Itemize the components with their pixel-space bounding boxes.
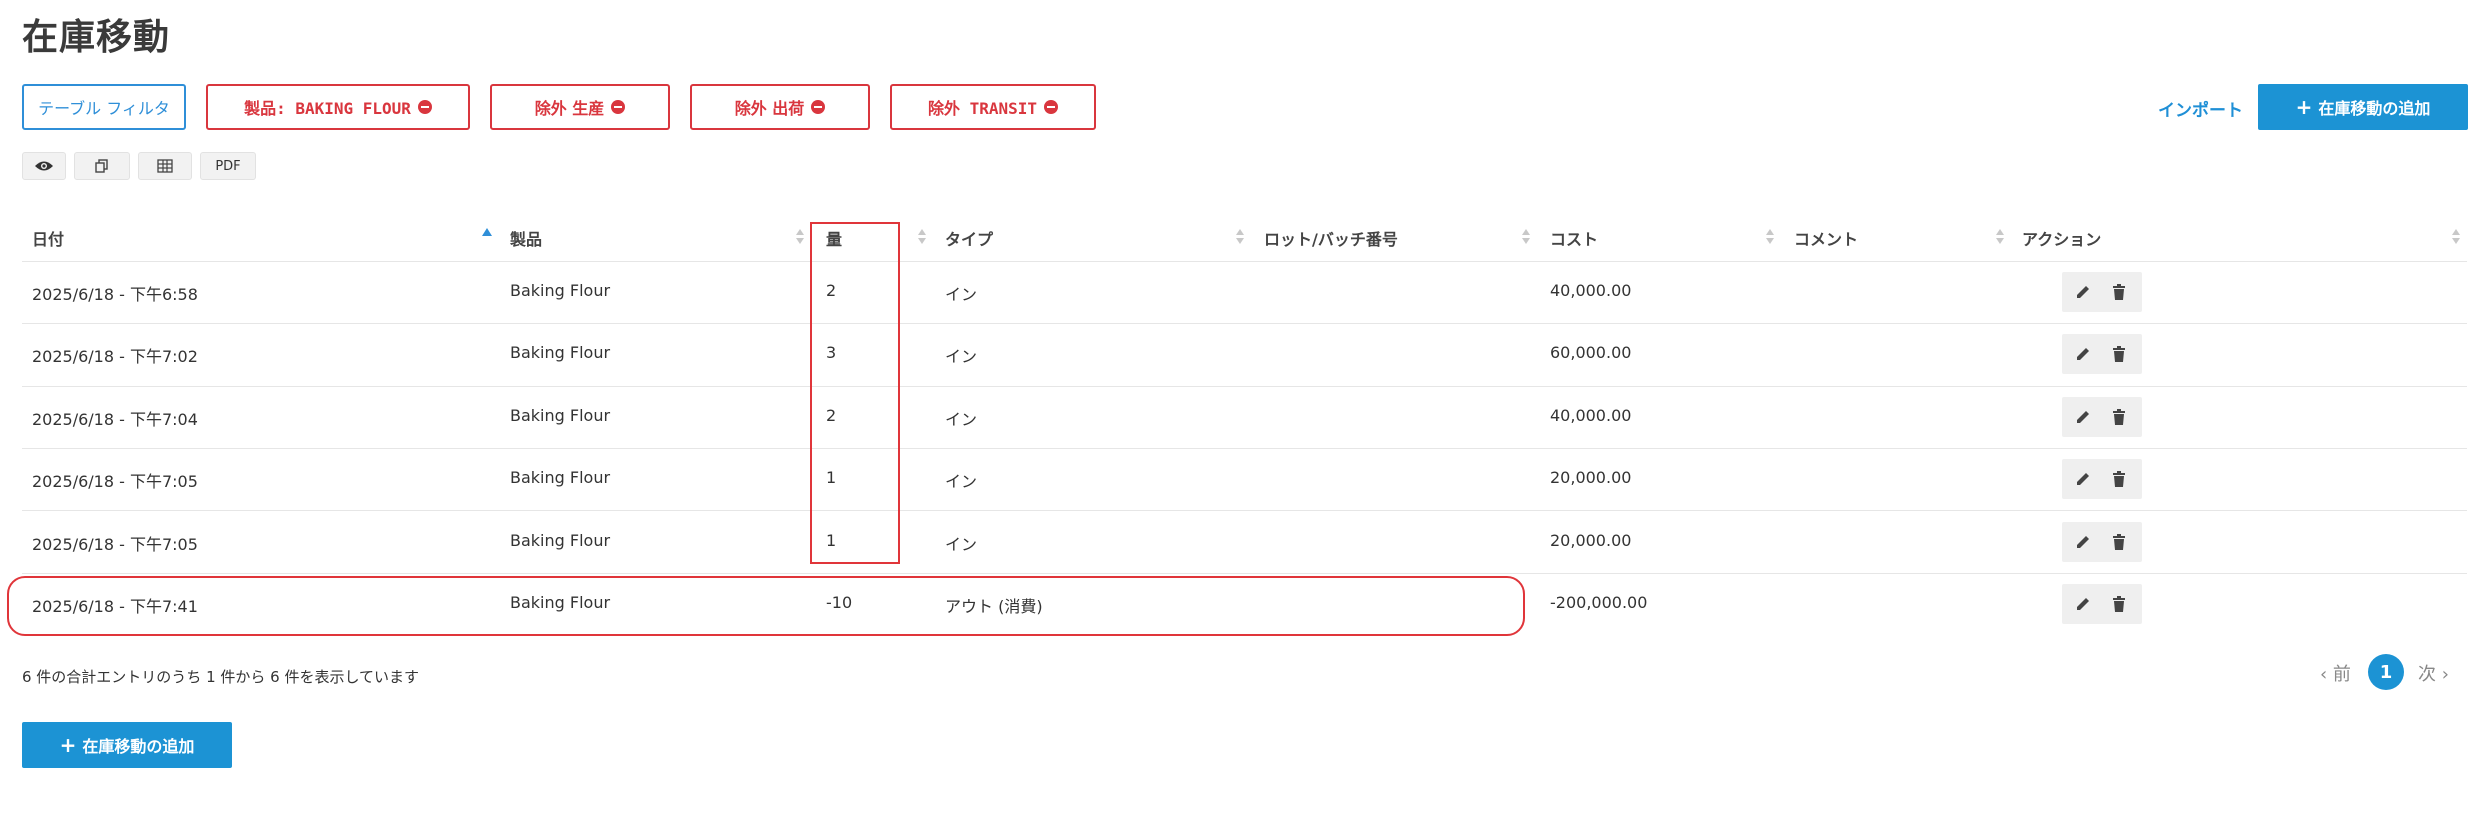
cell-type: イン [945, 285, 978, 304]
row-actions [2062, 584, 2142, 624]
pagination-page[interactable]: 1 [2368, 654, 2404, 690]
column-header-date[interactable]: 日付 [32, 226, 64, 250]
row-actions [2062, 396, 2142, 437]
minus-circle-icon[interactable] [417, 100, 432, 114]
sort-icon[interactable] [918, 228, 926, 246]
column-header-action: アクション [2022, 230, 2102, 249]
column-header-type[interactable]: タイプ [945, 226, 993, 250]
sort-icon[interactable] [1996, 228, 2004, 246]
pencil-icon[interactable] [2074, 283, 2092, 301]
column-header-comment[interactable]: コメント [1794, 226, 1858, 250]
cell-cost: -200,000.00 [1550, 593, 1648, 612]
entries-summary: 6 件の合計エントリのうち 1 件から 6 件を表示しています [22, 668, 420, 686]
trash-icon[interactable] [2110, 595, 2128, 613]
cell-product: Baking Flour [510, 281, 611, 300]
column-header-lot[interactable]: ロット/バッチ番号 [1264, 226, 1398, 250]
filter-chip-label: 除外 TRANSIT [927, 99, 1038, 118]
cell-date: 2025/6/18 - 下午7:02 [32, 347, 198, 367]
pagination-next[interactable]: 次 › [2418, 660, 2449, 686]
cell-type: イン [945, 472, 978, 492]
filter-chip-exclude-transit[interactable]: 除外 TRANSIT [890, 84, 1096, 130]
table-icon [157, 159, 173, 173]
row-divider [22, 573, 2467, 574]
minus-circle-icon[interactable] [611, 100, 626, 114]
cell-cost: 40,000.00 [1550, 281, 1632, 300]
trash-icon[interactable] [2110, 345, 2128, 363]
trash-icon[interactable] [2110, 283, 2128, 301]
cell-product: Baking Flour [510, 405, 611, 425]
copy-button[interactable] [74, 152, 130, 180]
row-divider [22, 386, 2467, 387]
trash-icon[interactable] [2110, 470, 2128, 488]
row-divider [22, 510, 2467, 511]
minus-circle-icon[interactable] [811, 100, 826, 114]
filter-chip-exclude-production[interactable]: 除外 生産 [490, 84, 670, 130]
page-title: 在庫移動 [22, 17, 171, 58]
sort-icon[interactable] [1522, 228, 1530, 246]
cell-product: Baking Flour [510, 343, 611, 363]
row-divider [22, 448, 2467, 449]
row-actions [2062, 521, 2142, 562]
row-actions [2062, 272, 2142, 312]
quantity-highlight [810, 222, 900, 564]
filter-chip-label: 製品: BAKING FLOUR [244, 99, 411, 118]
row-divider [22, 323, 2467, 324]
cell-type: イン [945, 347, 978, 367]
pencil-icon[interactable] [2074, 408, 2092, 426]
eye-icon [35, 161, 53, 171]
column-visibility-button[interactable] [22, 152, 66, 180]
filter-chip-exclude-shipping[interactable]: 除外 出荷 [690, 84, 870, 130]
row-actions [2062, 334, 2142, 375]
filter-chip-label: 除外 出荷 [734, 99, 805, 118]
pencil-icon[interactable] [2074, 470, 2092, 488]
row-actions [2062, 459, 2142, 500]
sort-icon[interactable] [2452, 228, 2460, 246]
filter-chip-label: 除外 生産 [534, 99, 605, 118]
pencil-icon[interactable] [2074, 345, 2092, 363]
table-filter-label: テーブル フィルタ [38, 99, 170, 118]
cell-date: 2025/6/18 - 下午7:04 [32, 409, 198, 429]
sort-icon[interactable] [1236, 228, 1244, 246]
add-button-label: 在庫移動の追加 [2318, 99, 2431, 118]
header-divider [22, 261, 2467, 262]
cell-product: Baking Flour [510, 468, 611, 488]
filter-chip-product[interactable]: 製品: BAKING FLOUR [206, 84, 470, 130]
cell-date: 2025/6/18 - 下午7:05 [32, 472, 198, 492]
sort-asc-icon[interactable] [482, 228, 492, 236]
trash-icon[interactable] [2110, 408, 2128, 426]
cell-date: 2025/6/18 - 下午7:05 [32, 534, 198, 554]
add-stock-movement-bottom-button[interactable]: + 在庫移動の追加 [22, 722, 232, 768]
cell-cost: 20,000.00 [1550, 468, 1632, 488]
pagination-prev[interactable]: ‹ 前 [2320, 660, 2351, 686]
plus-icon: + [2295, 95, 2313, 119]
pencil-icon[interactable] [2074, 533, 2092, 551]
copy-icon [95, 159, 108, 173]
cell-date: 2025/6/18 - 下午6:58 [32, 285, 198, 304]
trash-icon[interactable] [2110, 533, 2128, 551]
row-highlight [7, 576, 1525, 636]
add-stock-movement-button[interactable]: + 在庫移動の追加 [2258, 84, 2468, 130]
pdf-label: PDF [215, 158, 241, 174]
pdf-export-button[interactable]: PDF [200, 152, 256, 180]
cell-cost: 60,000.00 [1550, 343, 1632, 363]
cell-type: イン [945, 534, 978, 554]
column-header-cost[interactable]: コスト [1550, 226, 1598, 250]
excel-export-button[interactable] [138, 152, 192, 180]
add-button-label: 在庫移動の追加 [82, 737, 195, 756]
sort-icon[interactable] [796, 228, 804, 246]
column-header-product[interactable]: 製品 [510, 226, 542, 250]
minus-circle-icon[interactable] [1044, 100, 1059, 114]
table-filter-button[interactable]: テーブル フィルタ [22, 84, 186, 130]
import-link[interactable]: インポート [2158, 96, 2243, 121]
plus-icon: + [59, 733, 77, 757]
cell-cost: 20,000.00 [1550, 530, 1632, 550]
cell-type: イン [945, 409, 978, 429]
cell-product: Baking Flour [510, 530, 611, 550]
pencil-icon[interactable] [2074, 595, 2092, 613]
sort-icon[interactable] [1766, 228, 1774, 246]
cell-cost: 40,000.00 [1550, 405, 1632, 425]
